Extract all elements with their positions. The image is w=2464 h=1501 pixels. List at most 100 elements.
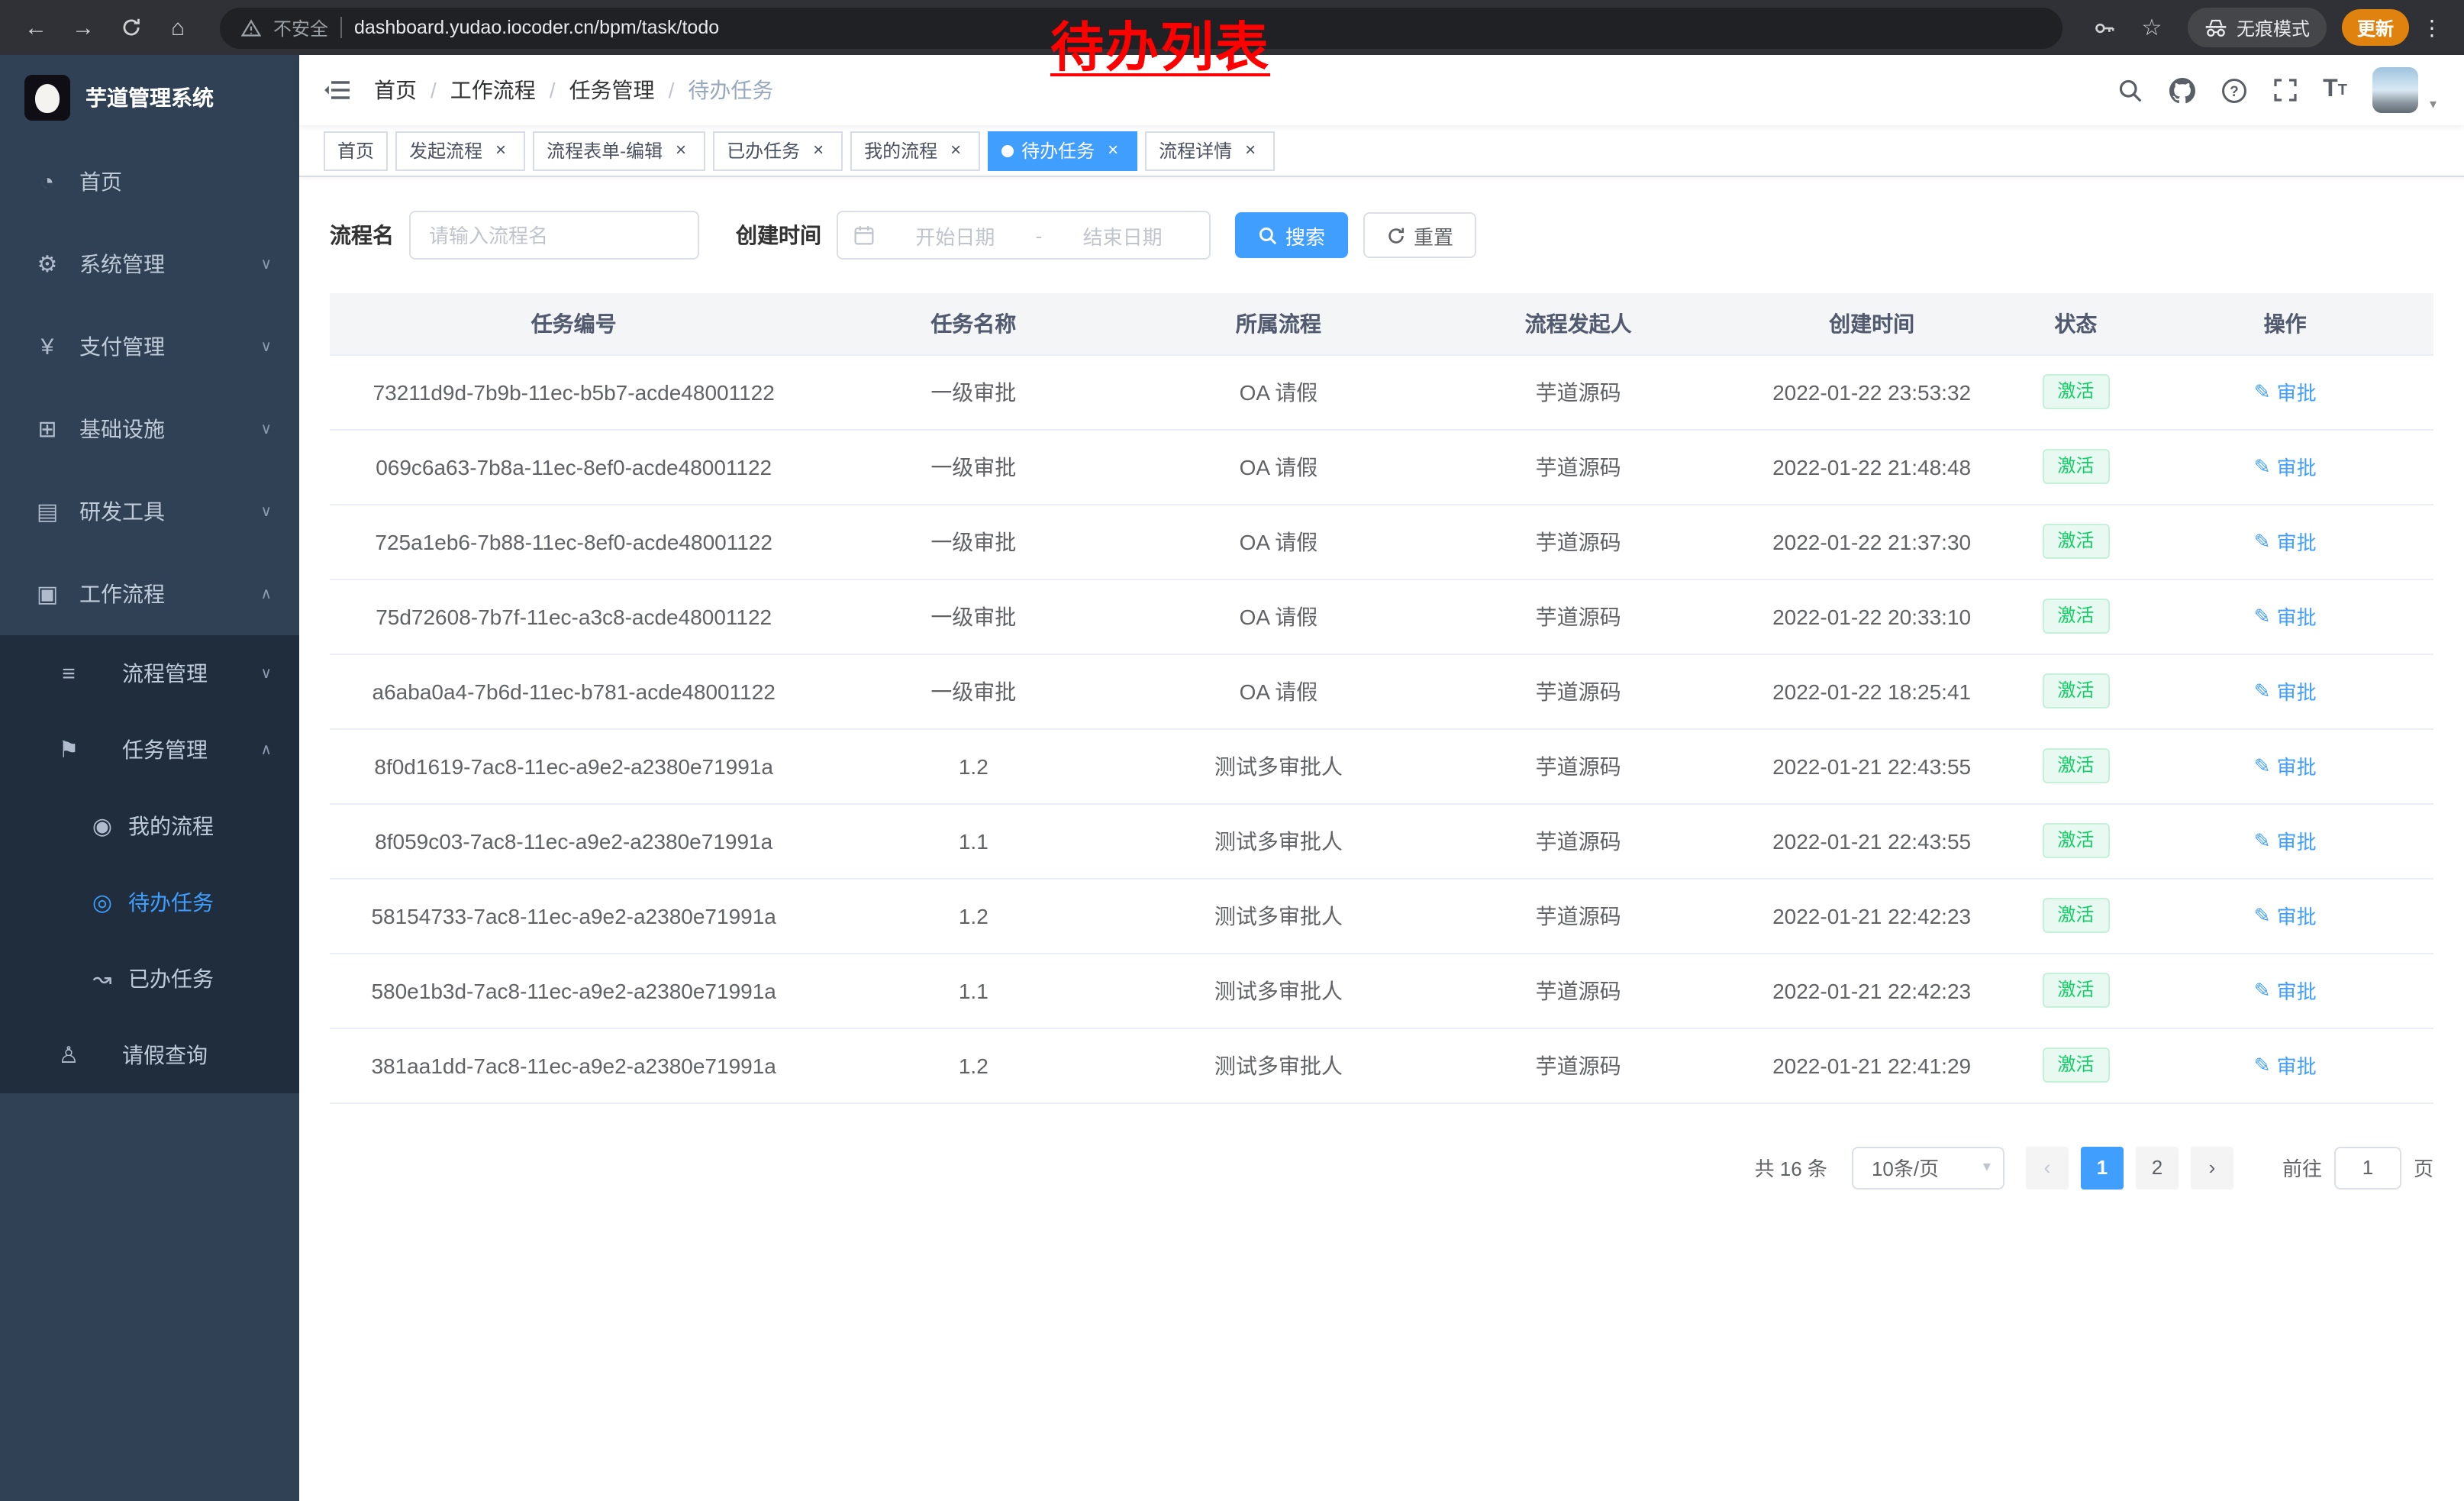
sidebar-item-label: 工作流程 (79, 579, 165, 609)
sidebar-item-task-mgmt[interactable]: ⚑任务管理∧ (0, 712, 299, 788)
process-name-input[interactable] (409, 211, 699, 260)
search-button[interactable] (2117, 77, 2143, 103)
tab-create-process[interactable]: 发起流程× (395, 131, 525, 170)
bookmark-star-button[interactable]: ☆ (2131, 7, 2172, 48)
page-button-2[interactable]: 2 (2136, 1146, 2179, 1189)
cell-action: ✎审批 (2137, 654, 2433, 728)
cell-initiator: 芋道源码 (1428, 354, 1729, 429)
page-size-select[interactable]: 10条/页 ▾ (1852, 1146, 2004, 1189)
browser-home-button[interactable]: ⌂ (157, 7, 198, 48)
cell-task-id: 580e1b3d-7ac8-11ec-a9e2-a2380e71991a (330, 953, 818, 1028)
browser-forward-button[interactable]: → (63, 7, 104, 48)
edit-icon: ✎ (2254, 978, 2271, 1002)
close-icon[interactable]: × (1240, 140, 1261, 161)
status-badge: 激活 (2042, 673, 2109, 709)
main-area: 首页/工作流程/任务管理/待办任务 (299, 55, 2464, 1501)
status-badge: 激活 (2042, 449, 2109, 484)
browser-reload-button[interactable] (110, 7, 151, 48)
close-icon[interactable]: × (490, 140, 511, 161)
cell-task-id: 8f059c03-7ac8-11ec-a9e2-a2380e71991a (330, 803, 818, 878)
approve-link[interactable]: ✎审批 (2254, 976, 2317, 1005)
sidebar-item-workflow[interactable]: ▣工作流程∧ (0, 553, 299, 635)
route-icon: ↝ (89, 965, 116, 993)
tab-home[interactable]: 首页 (324, 131, 388, 170)
avatar[interactable] (2373, 67, 2419, 113)
browser-menu-button[interactable]: ⋮ (2415, 15, 2449, 40)
tab-process-detail[interactable]: 流程详情× (1145, 131, 1275, 170)
approve-link[interactable]: ✎审批 (2254, 377, 2317, 406)
column-header: 状态 (2015, 293, 2137, 354)
approve-link[interactable]: ✎审批 (2254, 826, 2317, 855)
font-size-icon: T (2323, 76, 2338, 104)
cell-action: ✎审批 (2137, 429, 2433, 504)
sidebar-item-infrastructure[interactable]: ⊞基础设施∨ (0, 388, 299, 470)
chevron-down-icon: ∨ (260, 421, 272, 437)
status-badge: 激活 (2042, 748, 2109, 783)
approve-label: 审批 (2277, 602, 2317, 631)
font-size-button[interactable]: TT (2323, 76, 2347, 104)
tools-icon: ▤ (34, 498, 61, 525)
close-icon[interactable]: × (945, 140, 966, 161)
collapse-sidebar-button[interactable] (324, 78, 351, 102)
sidebar-item-process-mgmt[interactable]: ≡流程管理∨ (0, 635, 299, 712)
dashboard-icon: ◔ (34, 169, 61, 195)
sidebar-item-home[interactable]: ◔首页 (0, 140, 299, 223)
edit-icon: ✎ (2254, 1053, 2271, 1077)
avatar-caret-down-icon[interactable]: ▾ (2430, 95, 2437, 112)
close-icon[interactable]: × (670, 140, 692, 161)
table-row: 58154733-7ac8-11ec-a9e2-a2380e71991a1.2测… (330, 878, 2433, 953)
approve-link[interactable]: ✎审批 (2254, 602, 2317, 631)
chevron-up-icon: ∧ (260, 741, 272, 758)
approve-link[interactable]: ✎审批 (2254, 751, 2317, 780)
fullscreen-button[interactable] (2272, 78, 2297, 102)
date-range-picker[interactable]: 开始日期 - 结束日期 (837, 211, 1211, 260)
tab-done-tasks[interactable]: 已办任务× (713, 131, 843, 170)
cell-created-time: 2022-01-21 22:42:23 (1729, 953, 2015, 1028)
tab-form-edit[interactable]: 流程表单-编辑× (533, 131, 705, 170)
approve-link[interactable]: ✎审批 (2254, 452, 2317, 481)
sidebar-item-my-process[interactable]: ◉我的流程 (0, 788, 299, 864)
tab-label: 我的流程 (864, 137, 937, 163)
top-navbar: 首页/工作流程/任务管理/待办任务 (299, 55, 2464, 125)
browser-back-button[interactable]: ← (15, 7, 56, 48)
sidebar-item-todo-tasks[interactable]: ◎ 待办任务 (0, 864, 299, 941)
tab-my-process[interactable]: 我的流程 × (850, 131, 980, 170)
next-page-button[interactable]: › (2191, 1146, 2233, 1189)
approve-label: 审批 (2277, 1051, 2317, 1080)
cell-task-id: a6aba0a4-7b6d-11ec-b781-acde48001122 (330, 654, 818, 728)
password-key-button[interactable] (2084, 7, 2125, 48)
chrome-update-button[interactable]: 更新 (2342, 9, 2409, 46)
edit-icon: ✎ (2254, 679, 2271, 703)
cell-task-id: 75d72608-7b7f-11ec-a3c8-acde48001122 (330, 579, 818, 654)
sidebar-item-devtools[interactable]: ▤研发工具∨ (0, 470, 299, 553)
search-submit-button[interactable]: 搜索 (1235, 212, 1348, 258)
cell-initiator: 芋道源码 (1428, 504, 1729, 579)
prev-page-button[interactable]: ‹ (2026, 1146, 2069, 1189)
approve-label: 审批 (2277, 901, 2317, 930)
sidebar-item-system[interactable]: ⚙系统管理∨ (0, 223, 299, 305)
sidebar-item-label: 待办任务 (128, 887, 214, 918)
cell-initiator: 芋道源码 (1428, 953, 1729, 1028)
breadcrumb-item[interactable]: 首页 (374, 75, 417, 105)
help-button[interactable]: ? (2221, 77, 2246, 103)
breadcrumb-item[interactable]: 任务管理 (569, 75, 655, 105)
close-icon[interactable]: × (808, 140, 829, 161)
github-button[interactable] (2169, 77, 2195, 103)
goto-page-input[interactable] (2334, 1146, 2401, 1189)
status-badge: 激活 (2042, 898, 2109, 933)
sidebar-item-leave-query[interactable]: ♙请假查询 (0, 1017, 299, 1093)
approve-link[interactable]: ✎审批 (2254, 527, 2317, 556)
approve-link[interactable]: ✎审批 (2254, 1051, 2317, 1080)
approve-link[interactable]: ✎审批 (2254, 676, 2317, 705)
breadcrumb-item[interactable]: 工作流程 (450, 75, 536, 105)
tab-todo-tasks[interactable]: 待办任务× (988, 131, 1137, 170)
page-button-1[interactable]: 1 (2081, 1146, 2124, 1189)
eye-icon: ◎ (89, 889, 116, 916)
app-logo-row[interactable]: 芋道管理系统 (0, 55, 299, 140)
sidebar-item-payment[interactable]: ¥支付管理∨ (0, 305, 299, 388)
tag-tabs-bar: 首页发起流程×流程表单-编辑×已办任务×我的流程×待办任务×流程详情× (299, 125, 2464, 177)
sidebar-item-done-tasks[interactable]: ↝已办任务 (0, 941, 299, 1017)
reset-button[interactable]: 重置 (1363, 212, 1476, 258)
close-icon[interactable]: × (1102, 140, 1124, 161)
approve-link[interactable]: ✎审批 (2254, 901, 2317, 930)
